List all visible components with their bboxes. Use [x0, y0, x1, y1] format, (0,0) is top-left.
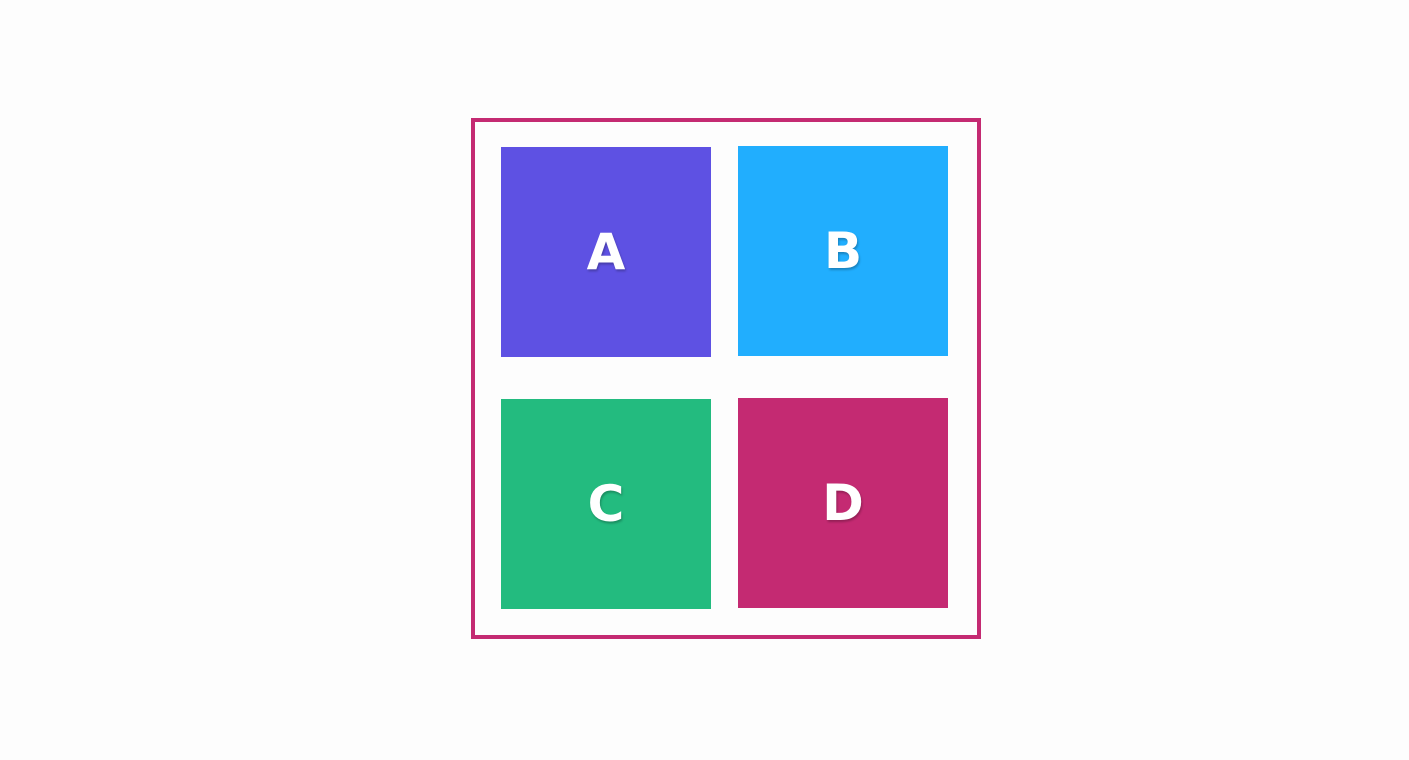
tile-b: B	[738, 146, 948, 356]
grid-container: A B C D	[471, 118, 981, 639]
tile-d-label: D	[822, 474, 864, 532]
tile-d: D	[738, 398, 948, 608]
tile-b-label: B	[823, 222, 863, 280]
tile-a-label: A	[586, 223, 626, 281]
tile-c-label: C	[587, 475, 625, 533]
tile-a: A	[501, 147, 711, 357]
tile-c: C	[501, 399, 711, 609]
